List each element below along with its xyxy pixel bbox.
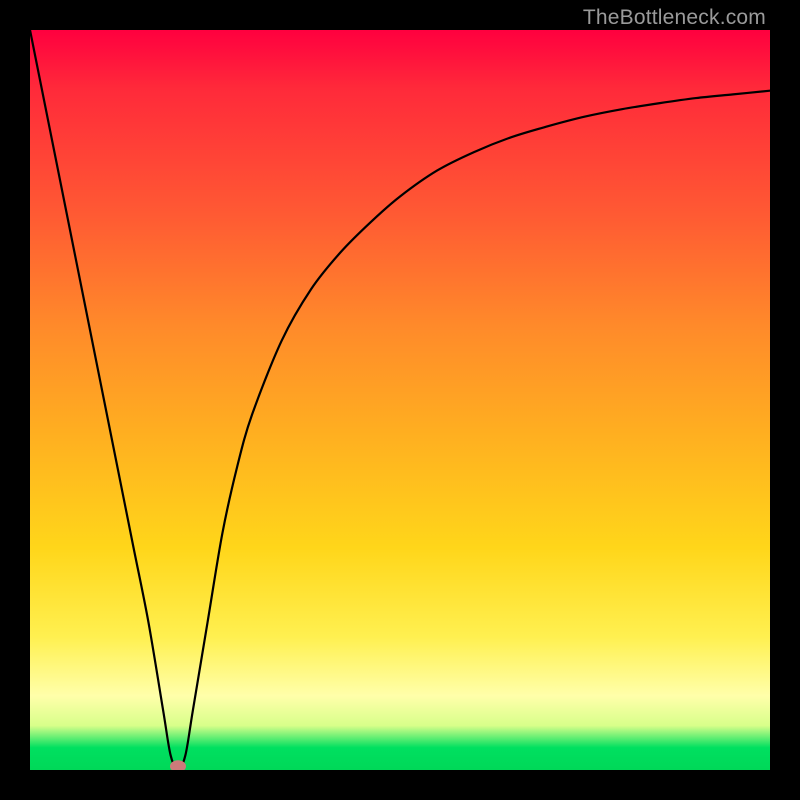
chart-frame: TheBottleneck.com <box>0 0 800 800</box>
watermark-text: TheBottleneck.com <box>583 6 766 30</box>
curve-layer <box>30 30 770 770</box>
plot-area <box>30 30 770 770</box>
bottleneck-curve <box>30 30 770 770</box>
